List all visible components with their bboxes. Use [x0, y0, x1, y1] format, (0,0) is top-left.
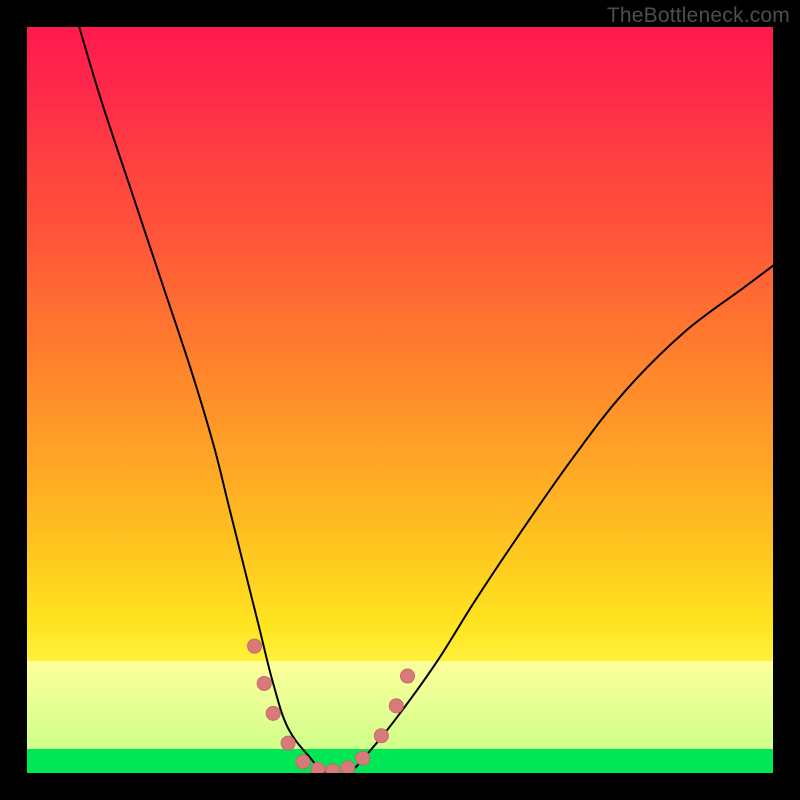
bottom-markers — [248, 639, 415, 773]
watermark-text: TheBottleneck.com — [607, 4, 790, 28]
marker-dot — [341, 761, 355, 773]
marker-dot — [374, 729, 388, 743]
chart-frame: TheBottleneck.com — [0, 0, 800, 800]
plot-area — [27, 27, 773, 773]
chart-svg — [27, 27, 773, 773]
marker-dot — [296, 755, 310, 769]
marker-dot — [389, 699, 403, 713]
marker-dot — [356, 751, 370, 765]
marker-dot — [326, 764, 340, 773]
marker-dot — [248, 639, 262, 653]
marker-dot — [257, 676, 271, 690]
marker-dot — [400, 669, 414, 683]
marker-dot — [266, 706, 280, 720]
curve-line — [79, 27, 773, 773]
marker-dot — [311, 762, 325, 773]
curve-group — [79, 27, 773, 773]
marker-dot — [281, 736, 295, 750]
